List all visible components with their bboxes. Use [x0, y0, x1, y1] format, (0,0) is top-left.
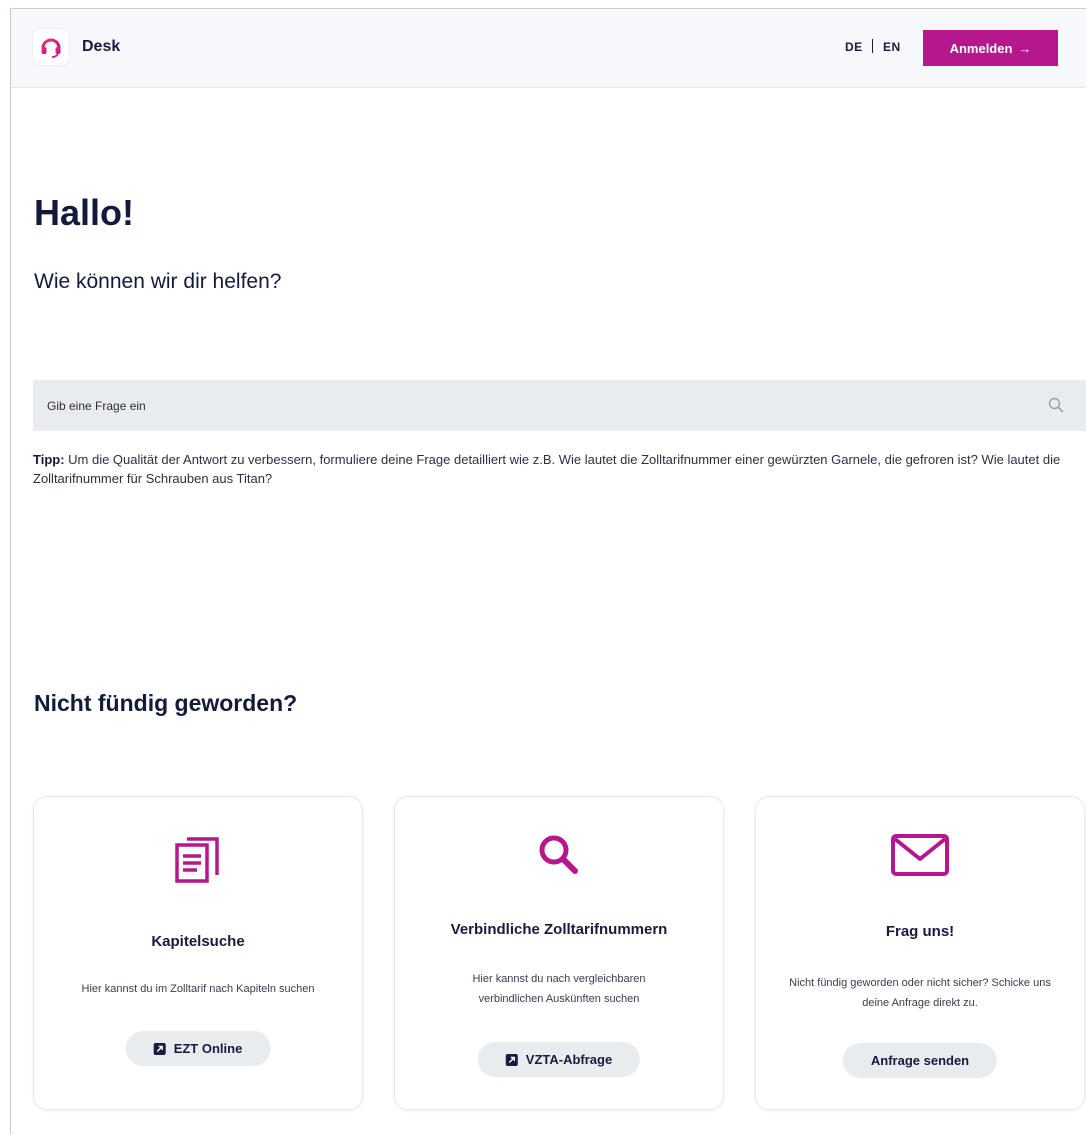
- external-link-icon: [505, 1053, 518, 1066]
- button-label: Anfrage senden: [870, 1053, 970, 1068]
- headset-logo-icon[interactable]: [33, 29, 69, 65]
- card-description: Hier kannst du nach vergleichbaren verbi…: [472, 973, 646, 1005]
- search-tip: Tipp: Um die Qualität der Antwort zu ver…: [33, 450, 1078, 488]
- tip-label: Tipp:: [33, 452, 65, 467]
- envelope-icon: [756, 833, 1084, 877]
- card-kapitelsuche: Kapitelsuche Hier kannst du im Zolltarif…: [33, 796, 363, 1110]
- card-title: Kapitelsuche: [151, 933, 245, 950]
- language-en-link[interactable]: EN: [883, 40, 901, 54]
- card-frag-uns: Frag uns! Nicht fündig geworden oder nic…: [755, 796, 1085, 1110]
- card-description: Nicht fündig geworden oder nicht sicher?…: [789, 977, 1051, 1009]
- magnifier-icon: [395, 833, 723, 877]
- language-separator: [872, 39, 873, 53]
- search-icon[interactable]: [1048, 397, 1064, 418]
- top-header: Desk DE EN Anmelden →: [11, 9, 1086, 88]
- search-bar: [33, 380, 1086, 431]
- ezt-online-button[interactable]: EZT Online: [125, 1031, 271, 1066]
- button-label: EZT Online: [173, 1041, 243, 1056]
- card-description: Hier kannst du im Zolltarif nach Kapitel…: [81, 983, 315, 995]
- section-title: Nicht fündig geworden?: [34, 690, 298, 716]
- brand-name: Desk: [82, 38, 121, 55]
- card-title: Verbindliche Zolltarifnummern: [450, 921, 668, 938]
- page-title: Hallo!: [34, 192, 135, 233]
- language-de-link[interactable]: DE: [845, 40, 863, 54]
- card-title: Frag uns!: [885, 923, 955, 940]
- arrow-right-icon: →: [1018, 40, 1032, 56]
- search-input[interactable]: [33, 380, 1033, 431]
- login-button-label: Anmelden: [949, 40, 1013, 56]
- card-verbindliche-zolltarifnummern: Verbindliche Zolltarifnummern Hier kanns…: [394, 796, 724, 1110]
- document-list-icon: [34, 835, 362, 885]
- vzta-abfrage-button[interactable]: VZTA-Abfrage: [477, 1042, 641, 1077]
- anfrage-senden-button[interactable]: Anfrage senden: [842, 1043, 998, 1078]
- tip-text: Um die Qualität der Antwort zu verbesser…: [33, 452, 1061, 486]
- login-button[interactable]: Anmelden →: [923, 30, 1058, 66]
- page-subtitle: Wie können wir dir helfen?: [34, 270, 282, 293]
- external-link-icon: [153, 1042, 166, 1055]
- button-label: VZTA-Abfrage: [525, 1052, 613, 1067]
